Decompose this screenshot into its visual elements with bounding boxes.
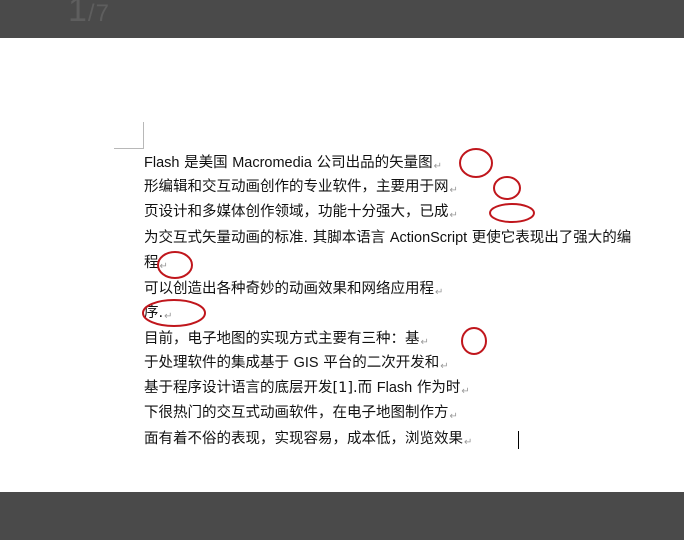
paragraph-mark-icon: ↵ [164, 311, 173, 322]
document-line: 页设计和多媒体创作领域，功能十分强大，已成↵ [144, 200, 684, 224]
document-line: 程↵ [144, 251, 684, 275]
line-text: 于处理软件的集成基于 [144, 355, 294, 371]
document-line: 基于程序设计语言的底层开发[1].而 Flash 作为时↵ [144, 376, 684, 400]
document-line: Flash 是美国 Macromedia 公司出品的矢量图↵ [144, 151, 684, 175]
page-current-number: 1 [68, 0, 88, 29]
document-line: 面有着不俗的表现，实现容易，成本低，浏览效果↵ [144, 427, 684, 451]
line-text: 页设计和多媒体创作领域，功能十分强大，已成 [144, 204, 449, 220]
page-margin-corner-mark [114, 122, 144, 149]
line-text: 为交互式矢量动画的标准. 其脚本语言 [144, 230, 390, 246]
line-text: ActionScript [389, 230, 468, 246]
document-line: 形编辑和交互动画创作的专业软件，主要用于网↵ [144, 175, 684, 199]
paragraph-mark-icon: ↵ [440, 361, 449, 372]
line-text: 是美国 [179, 155, 233, 171]
document-line: 序.↵ [144, 301, 684, 325]
paragraph-mark-icon: ↵ [420, 337, 429, 348]
paragraph-mark-icon: ↵ [449, 210, 458, 221]
line-text: 基于程序设计语言的底层开发[1].而 [144, 380, 377, 396]
line-text: 面有着不俗的表现，实现容易，成本低，浏览效果 [144, 431, 463, 447]
document-line: 可以创造出各种奇妙的动画效果和网络应用程↵ [144, 277, 684, 301]
paragraph-mark-icon: ↵ [449, 411, 458, 422]
line-text: 公司出品的矢量图 [311, 155, 433, 171]
page-separator: / [87, 0, 96, 27]
document-line: 为交互式矢量动画的标准. 其脚本语言 ActionScript 更使它表现出了强… [144, 226, 684, 250]
line-text: GIS [293, 355, 319, 371]
line-text: Flash [376, 380, 413, 396]
line-text: 形编辑和交互动画创作的专业软件，主要用于网 [144, 179, 449, 195]
viewer-bottom-toolbar [0, 492, 684, 540]
line-text: 目前，电子地图的实现方式主要有三种：基 [144, 331, 420, 347]
paragraph-mark-icon: ↵ [464, 437, 473, 448]
page-indicator: 1/7 [68, 0, 110, 33]
paragraph-mark-icon: ↵ [435, 287, 444, 298]
line-text: 作为时 [412, 380, 461, 396]
document-line: 目前，电子地图的实现方式主要有三种：基↵ [144, 327, 684, 351]
line-text: Macromedia [232, 155, 312, 171]
line-text: 可以创造出各种奇妙的动画效果和网络应用程 [144, 281, 434, 297]
paragraph-mark-icon: ↵ [449, 185, 458, 196]
document-line: 于处理软件的集成基于 GIS 平台的二次开发和↵ [144, 351, 684, 375]
document-line: 下很热门的交互式动画软件，在电子地图制作方↵ [144, 401, 684, 425]
paragraph-mark-icon: ↵ [461, 386, 470, 397]
page-total-number: 7 [95, 0, 110, 27]
line-text: 序. [144, 305, 164, 321]
paragraph-mark-icon: ↵ [159, 261, 168, 272]
line-text: 程 [144, 255, 159, 271]
line-text: 更使它表现出了强大的编 [467, 230, 632, 246]
paragraph-mark-icon: ↵ [433, 161, 442, 172]
document-body[interactable]: Flash 是美国 Macromedia 公司出品的矢量图↵ 形编辑和交互动画创作… [144, 151, 684, 471]
line-text: Flash [144, 155, 180, 171]
text-cursor [518, 431, 519, 449]
viewer-top-toolbar: 1/7 [0, 0, 684, 38]
line-text: 平台的二次开发和 [318, 355, 440, 371]
line-text: 下很热门的交互式动画软件，在电子地图制作方 [144, 405, 449, 421]
